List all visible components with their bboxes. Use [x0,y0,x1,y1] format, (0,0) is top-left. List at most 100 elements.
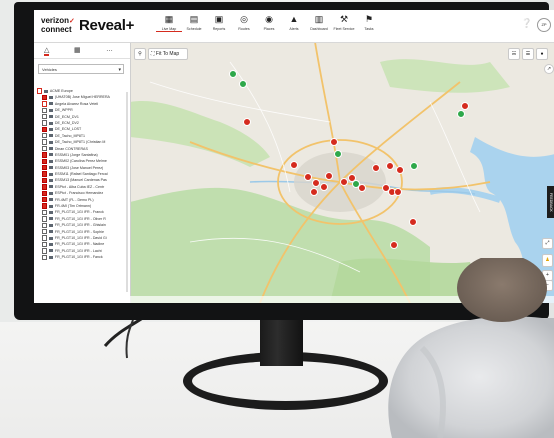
nav-item-schedule[interactable]: ▤ Schedule [181,13,207,40]
tree-checkbox[interactable] [42,228,48,235]
product-name: Reveal+ [79,17,135,34]
vehicle-marker [320,183,328,191]
tree-checkbox[interactable] [37,88,43,94]
vehicle-icon [49,102,54,106]
tree-checkbox[interactable] [42,171,48,177]
tab-more-icon[interactable]: … [106,46,113,53]
map-layers-button[interactable]: ☵ [508,48,520,60]
vehicle-icon [49,204,54,208]
user-avatar[interactable]: ZP [537,18,551,32]
tree-checkbox[interactable] [42,139,48,145]
vehicle-icon [49,255,54,259]
user-initials: ZP [541,22,547,27]
tree-checkbox[interactable] [42,145,48,152]
vehicle-icon [49,236,54,240]
tree-row[interactable]: FR_PLGT10_1GI IFR - Fanck [37,254,127,260]
tree-checkbox[interactable] [42,254,48,260]
map-expand-button[interactable]: ⤢ [542,238,553,249]
tree-checkbox[interactable] [42,113,48,120]
tree-checkbox[interactable] [42,152,48,158]
nav-item-label: Reports [212,27,226,31]
tree-row-label: ESSM01 (Jorge Santafina) [54,152,98,157]
vehicle-icon [49,121,54,125]
tree-checkbox[interactable] [42,165,48,171]
tree-checkbox[interactable] [42,158,48,165]
tab-hierarchy-icon[interactable]: △ [44,46,50,56]
tree-checkbox[interactable] [42,216,48,222]
tree-row-label: FR-4MT (FL - Demo PL) [54,197,94,202]
tree-checkbox[interactable] [42,203,48,209]
fit-to-map-button[interactable]: ⛶ Fit To Map [148,48,188,60]
map-visibility-button[interactable]: ● [536,48,548,60]
dashboard-icon: ▥ [314,14,324,24]
tree-row-label: ESSM02 (Carolina Perez Melme [54,159,107,164]
vehicle-marker [312,179,320,187]
tree-checkbox[interactable] [42,101,48,107]
tree-checkbox[interactable] [42,248,48,254]
vehicle-marker [396,166,404,174]
vehicle-icon [49,210,54,214]
tree-row-label: ESSM03 (Jose Manuel Perez) [54,165,104,170]
nav-item-alerts[interactable]: ▲ Alerts [281,13,307,40]
tree-checkbox[interactable] [42,120,48,126]
tree-checkbox[interactable] [42,107,48,113]
tree-checkbox[interactable] [42,209,48,216]
tree-checkbox[interactable] [42,126,48,133]
vehicle-marker [457,110,465,118]
nav-item-reports[interactable]: ▣ Reports [206,13,232,40]
tree-row-label: ESSM11 (Rafael Santiago Fercal [54,172,108,177]
nav-item-label: Schedule [186,27,202,31]
schedule-icon: ▤ [189,14,199,24]
tree-checkbox[interactable] [42,196,48,203]
map-search-button[interactable]: ⚲ [134,48,146,60]
alerts-icon: ▲ [289,14,299,24]
routes-icon: ◎ [240,14,248,24]
tab-grid-icon[interactable]: ▦ [74,46,81,54]
tree-checkbox[interactable] [42,94,48,101]
person-foreground [388,258,554,438]
tree-row-label: DE_WPPR [54,108,73,113]
tree-row-label: FR_PLGT10_1GI IFR - Nadine [54,242,105,247]
vehicle-type-select[interactable]: Vehicles ▾ [38,64,124,74]
map-filter-button[interactable]: ☰ [522,48,534,60]
vehicle-icon [49,198,54,202]
tree-row-label: Angela Alvarez Rosa Veteli [54,101,99,106]
sidebar-tabs: △ ▦ … [34,44,130,59]
help-icon[interactable]: ❔ [521,18,532,29]
nav-item-routes[interactable]: ◎ Routes [231,13,257,40]
tree-row-label: DE_ECM_LOST [54,127,82,132]
tree-checkbox[interactable] [42,190,48,196]
tree-row-label: FR_PLGT10_1GI IFR - Oliver R [54,216,106,221]
vehicle-marker [325,172,333,180]
vehicle-marker [229,70,237,78]
tree-row-label: FR_PLGT10_1GI IFR - Franck [54,210,104,215]
vehicle-icon [49,242,54,246]
nav-item-dashboard[interactable]: ▥ Dashboard [306,13,332,40]
sidebar-scrollbar[interactable] [126,92,128,292]
tree-checkbox[interactable] [42,235,48,241]
fullscreen-button[interactable]: ↗ [544,64,554,74]
tree-row-label: DE_Tacho_MP8T1 [54,133,86,138]
vehicle-icon [49,134,54,138]
nav-item-tasks[interactable]: ⚑ Tasks [356,13,382,40]
nav-item-fleet-service[interactable]: ⚒ Fleet Service [331,13,357,40]
tree-row-label: ESPtct - Francisco Hernandez [54,191,104,196]
top-navigation-bar: verizon✓ connect Reveal+ ▦ Live Map ▤ Sched… [34,10,554,43]
tree-row-label: FR_PLGT10_1GI IFR - Sophie [54,229,105,234]
tree-checkbox[interactable] [42,133,48,139]
tree-checkbox[interactable] [42,241,48,248]
nav-item-label: Live Map [156,27,182,32]
vehicle-icon [49,147,54,151]
vehicle-icon [49,166,54,170]
tree-checkbox[interactable] [42,177,48,184]
nav-item-places[interactable]: ◉ Places [256,13,282,40]
tree-checkbox[interactable] [42,222,48,228]
vehicle-marker [310,188,318,196]
nav-item-label: Tasks [364,27,374,31]
tree-row-label: FR_PLGT10_1GI IFR - Fanck [54,255,103,260]
tree-checkbox[interactable] [42,184,48,190]
vehicle-marker [358,184,366,192]
nav-item-live-map[interactable]: ▦ Live Map [156,13,182,40]
feedback-tab[interactable]: FEEDBACK [547,186,554,218]
tree-row-label: DE_ECM_DV1 [54,114,79,119]
